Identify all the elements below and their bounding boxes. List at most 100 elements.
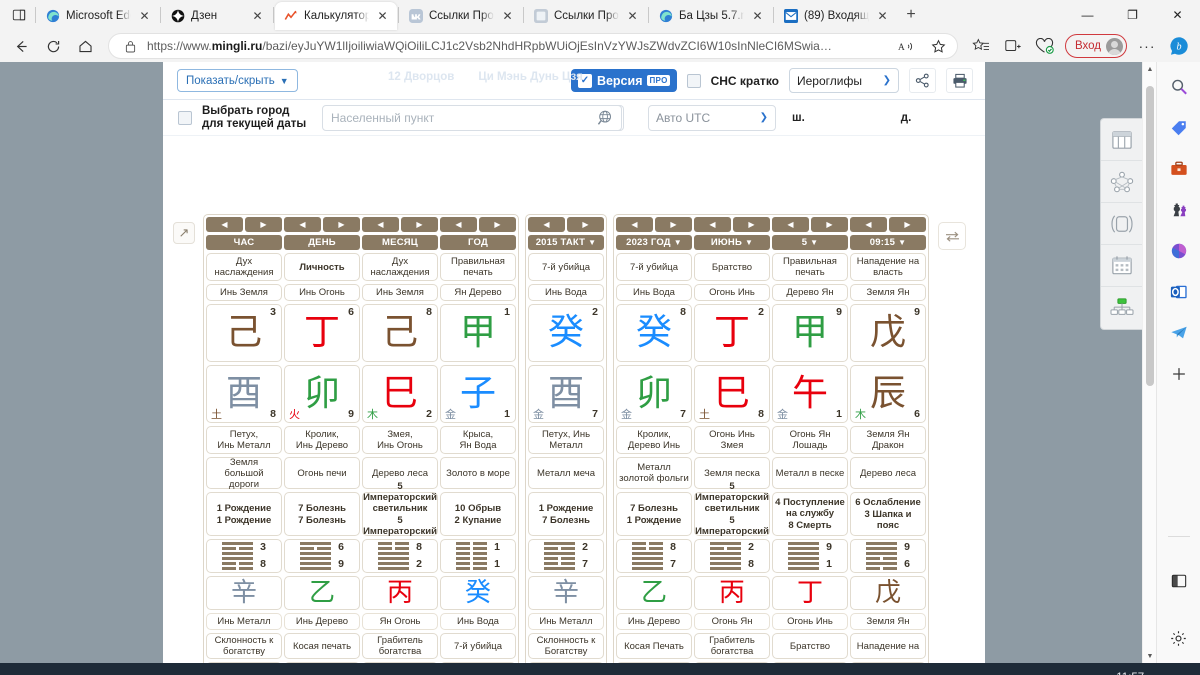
tab-actions-icon[interactable] [4, 2, 34, 28]
life-stage-cell[interactable]: 7 Болезнь 1 Рождение [616, 492, 692, 536]
hidden-stem-god-cell[interactable]: Братство [772, 633, 848, 659]
hidden-stem-cell[interactable]: 乙 [616, 576, 692, 610]
stem-element-cell[interactable]: Ян Дерево [440, 284, 516, 301]
script-select[interactable]: Иероглифы ❯ [789, 68, 899, 93]
stem-element-cell[interactable]: Инь Вода [528, 284, 604, 301]
pillar-header[interactable]: 2023 ГОД ▼ [616, 235, 692, 250]
tab-close-icon[interactable]: ✕ [250, 9, 265, 24]
globe-search-icon[interactable] [588, 104, 624, 131]
stem-element-cell[interactable]: Огонь Инь [694, 284, 770, 301]
heavenly-stem-cell[interactable]: 癸8 [616, 304, 692, 362]
ten-god-cell[interactable]: Правильная печать [440, 253, 516, 281]
hidden-stem-god-cell[interactable]: Грабитель богатства [694, 633, 770, 659]
browser-tab[interactable]: Ссылки Професс ✕ [400, 2, 522, 30]
hidden-stem-element-cell[interactable]: Ян Огонь [362, 613, 438, 630]
pillar-next-button[interactable]: ▶ [401, 217, 438, 232]
nayin-cell[interactable]: Золото в море [440, 457, 516, 489]
earthly-branch-cell[interactable]: 子金 1 [440, 365, 516, 423]
hidden-stem-cell[interactable]: 戊 [850, 576, 926, 610]
expand-arrow-icon[interactable]: ↗ [173, 222, 195, 244]
hidden-stem-cell[interactable]: 乙 [850, 662, 926, 663]
hidden-stem-cell[interactable] [616, 662, 692, 663]
branch-name-cell[interactable]: Петух, Инь Металл [528, 426, 604, 454]
heavenly-stem-cell[interactable]: 丁6 [284, 304, 360, 362]
browser-tab[interactable]: Ба Цзы 5.7.mp4 - ✕ [650, 2, 772, 30]
pillar-header[interactable]: 2015 ТАКТ ▼ [528, 235, 604, 250]
life-stage-cell[interactable]: 5 Императорский светильник 5 Императорски… [694, 481, 770, 548]
hexagram-cell[interactable]: 69 [284, 539, 360, 573]
ghost-tab-palaces[interactable]: 12 Дворцов [388, 71, 454, 83]
address-bar[interactable]: https://www.mingli.ru/bazi/eyJuYW1lIjoil… [108, 33, 958, 59]
pillar-header[interactable]: ДЕНЬ [284, 235, 360, 250]
swap-arrows-icon[interactable] [938, 222, 966, 250]
pillar-header[interactable]: 09:15 ▼ [850, 235, 926, 250]
pillar-next-button[interactable]: ▶ [567, 217, 604, 232]
page-scrollbar[interactable]: ▲ ▼ [1142, 62, 1156, 663]
scroll-up-arrow[interactable]: ▲ [1143, 62, 1157, 76]
stem-element-cell[interactable]: Инь Земля [362, 284, 438, 301]
browser-tab[interactable]: Калькулятор Ба ✕ [275, 2, 397, 30]
browser-tab[interactable]: (89) Входящие - ✕ [775, 2, 897, 30]
ten-god-cell[interactable]: Дух наслаждения [206, 253, 282, 281]
tab-close-icon[interactable]: ✕ [137, 9, 152, 24]
life-stage-cell[interactable]: 1 Рождение 1 Рождение [206, 492, 282, 536]
hidden-stem-god-cell[interactable]: Склонность к Богатству [528, 633, 604, 659]
restore-button[interactable]: ❐ [1110, 0, 1155, 30]
home-button[interactable] [70, 32, 100, 60]
earthly-branch-cell[interactable]: 巳木 2 [362, 365, 438, 423]
browser-tab[interactable]: Microsoft Edge ✕ [37, 2, 159, 30]
nayin-cell[interactable]: Металл золотой фольги [616, 457, 692, 489]
hidden-stem-element-cell[interactable]: Инь Дерево [616, 613, 692, 630]
sidebar-settings-icon[interactable] [1168, 627, 1190, 649]
earthly-branch-cell[interactable]: 卯火 9 [284, 365, 360, 423]
back-button[interactable] [6, 32, 36, 60]
stem-element-cell[interactable]: Инь Огонь [284, 284, 360, 301]
branch-name-cell[interactable]: Кролик, Дерево Инь [616, 426, 692, 454]
tab-close-icon[interactable]: ✕ [500, 9, 515, 24]
hidden-stem-cell[interactable]: 己 [772, 662, 848, 663]
earthly-branch-cell[interactable]: 卯金 7 [616, 365, 692, 423]
branch-name-cell[interactable]: Кролик, Инь Дерево [284, 426, 360, 454]
branch-name-cell[interactable]: Змея, Инь Огонь [362, 426, 438, 454]
hexagram-cell[interactable]: 11 [440, 539, 516, 573]
heavenly-stem-cell[interactable]: 甲9 [772, 304, 848, 362]
show-hide-button[interactable]: Показать/скрыть ▼ [177, 69, 298, 92]
hidden-stem-element-cell[interactable]: Инь Металл [528, 613, 604, 630]
stem-element-cell[interactable]: Инь Вода [616, 284, 692, 301]
telegram-icon[interactable] [1168, 322, 1190, 344]
pillar-next-button[interactable]: ▶ [245, 217, 282, 232]
nayin-cell[interactable]: Огонь печи [284, 457, 360, 489]
pillar-next-button[interactable]: ▶ [889, 217, 926, 232]
pro-version-toggle[interactable]: ✓ Версия ПРО [570, 69, 677, 92]
task-view-icon[interactable] [52, 665, 92, 675]
browser-tab[interactable]: Ссылки Професс ✕ [525, 2, 647, 30]
pillar-header[interactable]: 5 ▼ [772, 235, 848, 250]
pillar-prev-button[interactable]: ◀ [616, 217, 653, 232]
brackets-tool-icon[interactable] [1101, 203, 1142, 245]
hidden-stem-cell[interactable]: 癸 [440, 576, 516, 610]
share-icon[interactable] [909, 68, 936, 93]
hidden-stem-god-cell[interactable]: 7-й убийца [440, 633, 516, 659]
branch-name-cell[interactable]: Крыса, Ян Вода [440, 426, 516, 454]
hidden-stem-god-cell[interactable]: Грабитель богатства [362, 633, 438, 659]
collections-icon[interactable] [998, 32, 1028, 60]
heavenly-stem-cell[interactable]: 己3 [206, 304, 282, 362]
add-favorite-icon[interactable] [927, 35, 951, 57]
tab-close-icon[interactable]: ✕ [750, 9, 765, 24]
browser-tab[interactable]: Дзен ✕ [162, 2, 272, 30]
ten-god-cell[interactable]: Братство [694, 253, 770, 281]
nayin-cell[interactable]: Дерево леса [850, 457, 926, 489]
hidden-stem-cell[interactable] [528, 662, 604, 663]
print-icon[interactable] [946, 68, 973, 93]
scrollbar-thumb[interactable] [1146, 86, 1154, 386]
hidden-stem-element-cell[interactable]: Инь Металл [206, 613, 282, 630]
hidden-stem-element-cell[interactable]: Инь Дерево [284, 613, 360, 630]
scroll-down-arrow[interactable]: ▼ [1143, 649, 1157, 663]
hexagram-cell[interactable]: 91 [772, 539, 848, 573]
hexagram-cell[interactable]: 82 [362, 539, 438, 573]
pillar-prev-button[interactable]: ◀ [850, 217, 887, 232]
earthly-branch-cell[interactable]: 午金 1 [772, 365, 848, 423]
minimize-button[interactable]: — [1065, 0, 1110, 30]
tools-briefcase-icon[interactable] [1168, 158, 1190, 180]
heavenly-stem-cell[interactable]: 癸2 [528, 304, 604, 362]
